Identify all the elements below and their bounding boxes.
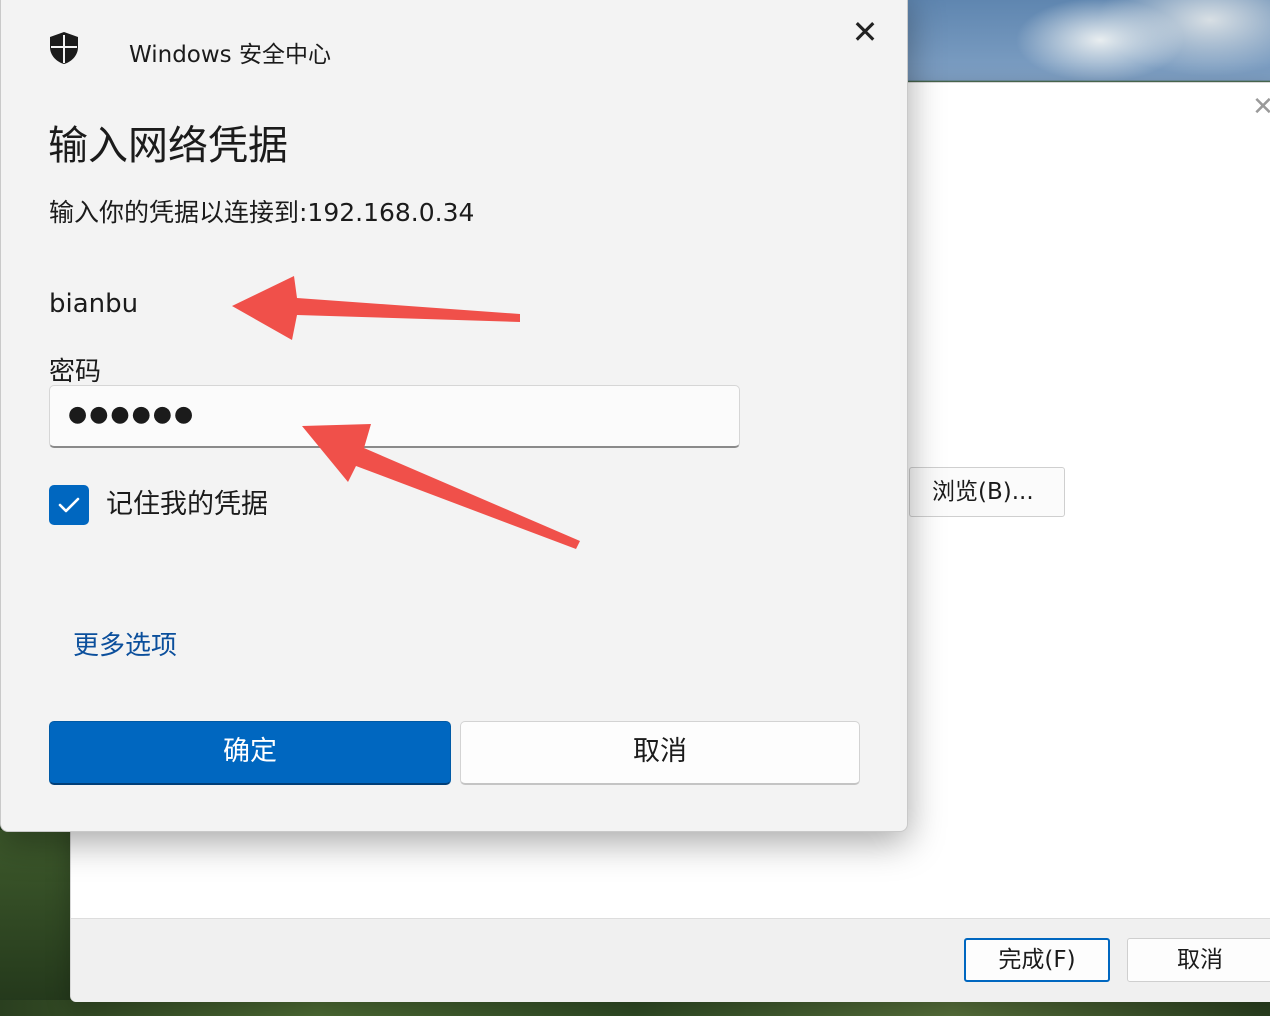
- username-text: bianbu: [49, 289, 139, 319]
- dialog-subtitle: 输入你的凭据以连接到:192.168.0.34: [49, 198, 475, 227]
- password-field[interactable]: ●●●●●●: [49, 385, 740, 448]
- browse-button[interactable]: 浏览(B)...: [909, 467, 1065, 517]
- remember-credentials-checkbox[interactable]: [49, 485, 89, 525]
- shield-icon: [50, 32, 78, 64]
- wizard-close-icon[interactable]: ✕: [1251, 94, 1270, 120]
- ok-button[interactable]: 确定: [49, 721, 451, 785]
- wizard-footer: 完成(F) 取消: [71, 918, 1270, 1002]
- wizard-cancel-button[interactable]: 取消: [1127, 938, 1270, 982]
- remember-credentials-label[interactable]: 记住我的凭据: [106, 485, 268, 525]
- close-icon[interactable]: ✕: [849, 16, 881, 49]
- cancel-button[interactable]: 取消: [460, 721, 860, 785]
- checkmark-icon: [58, 497, 80, 513]
- network-credentials-dialog: Windows 安全中心 ✕ 输入网络凭据 输入你的凭据以连接到:192.168…: [0, 0, 908, 832]
- app-title: Windows 安全中心: [129, 42, 331, 68]
- password-label: 密码: [49, 357, 102, 387]
- more-options-link[interactable]: 更多选项: [73, 625, 177, 662]
- finish-button[interactable]: 完成(F): [964, 938, 1110, 982]
- wallpaper-treeline: [0, 1000, 1270, 1016]
- dialog-heading: 输入网络凭据: [48, 123, 288, 169]
- wallpaper-forest: [0, 830, 80, 1016]
